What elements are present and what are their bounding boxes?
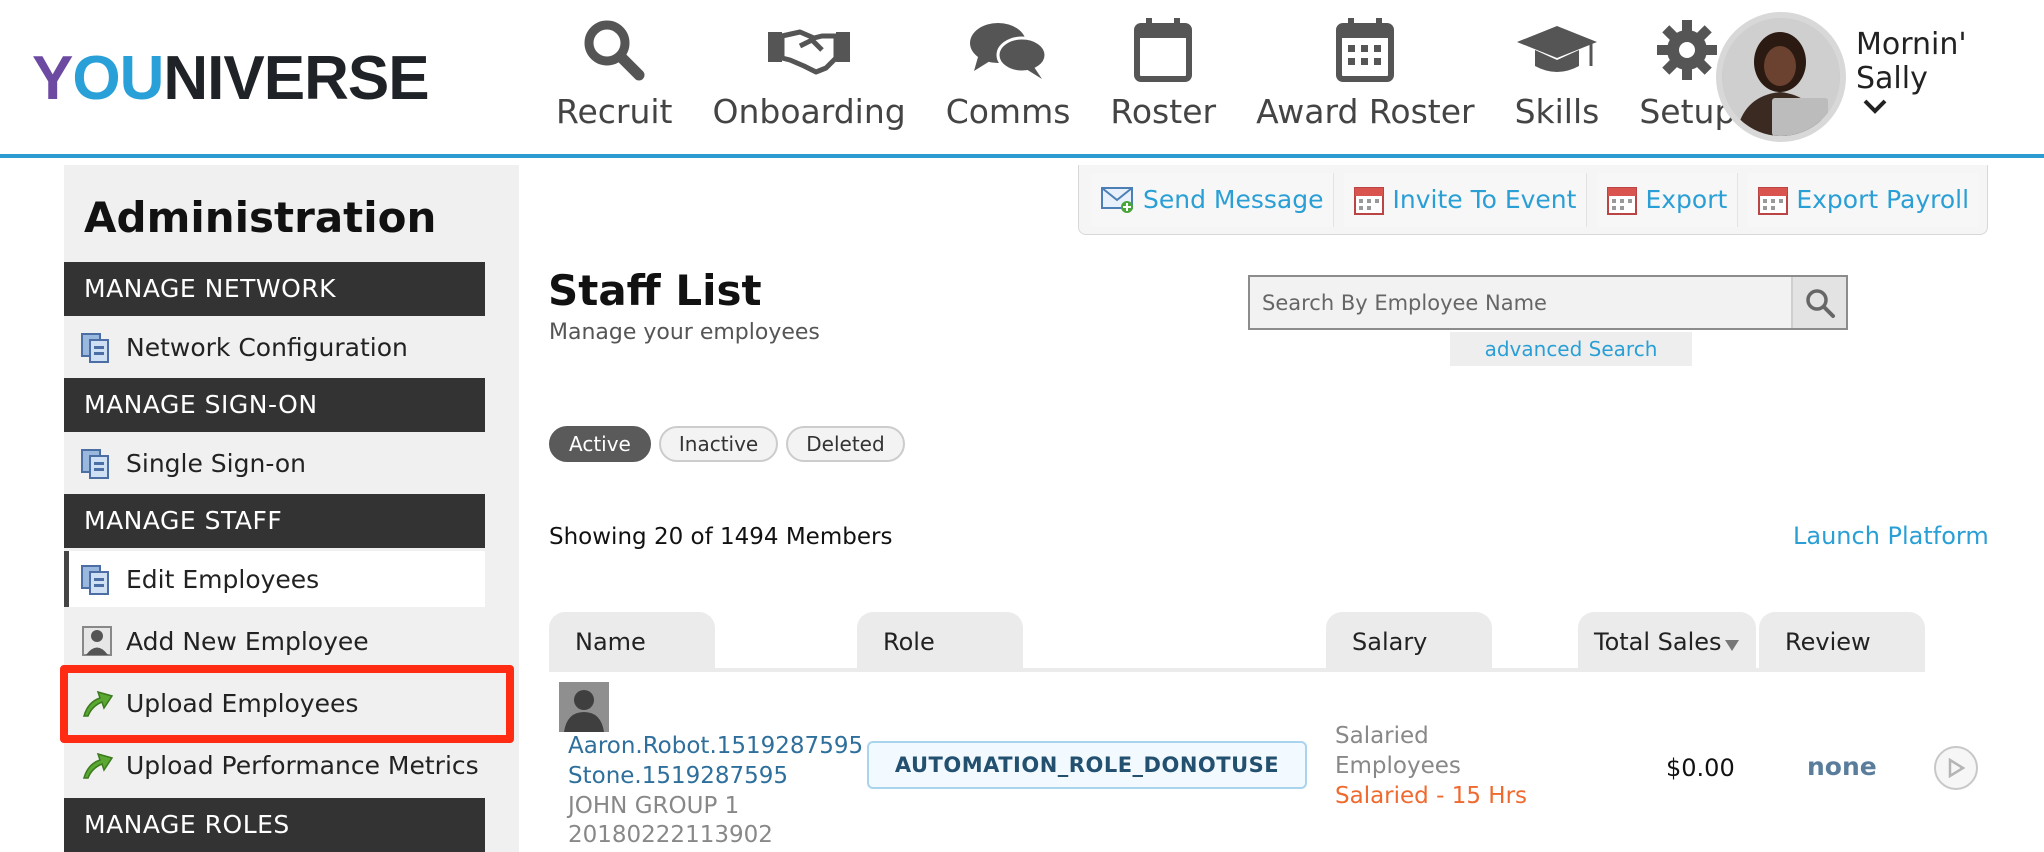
- employee-search: [1248, 275, 1848, 330]
- add-user-icon: [82, 626, 112, 656]
- user-menu[interactable]: Mornin' Sally: [1716, 12, 2036, 142]
- main-nav: Recruit Onboarding Comms Roster Award Ro…: [556, 14, 1775, 134]
- export-button[interactable]: Export: [1597, 172, 1739, 227]
- column-header-name[interactable]: Name: [549, 612, 715, 670]
- nav-onboarding[interactable]: Onboarding: [712, 14, 906, 134]
- filter-active[interactable]: Active: [549, 426, 651, 462]
- envelope-icon: [1101, 186, 1133, 213]
- documents-icon: [81, 565, 109, 595]
- page-subtitle: Manage your employees: [549, 320, 820, 345]
- handshake-icon: [766, 14, 852, 86]
- role-badge: AUTOMATION_ROLE_DONOTUSE: [867, 741, 1307, 789]
- nav-label: Comms: [945, 92, 1071, 131]
- salary-category-2: Employees: [1335, 753, 1461, 779]
- nav-label: Skills: [1514, 92, 1600, 131]
- sidebar-item-upload-performance-metrics[interactable]: Upload Performance Metrics: [64, 737, 485, 793]
- upload-arrow-icon: [83, 690, 114, 717]
- sidebar-item-label: Network Configuration: [126, 332, 408, 362]
- top-header: YOUNIVERSE Recruit Onboarding Comms Rost…: [0, 0, 2044, 158]
- status-filter-tabs: Active Inactive Deleted: [549, 426, 913, 462]
- nav-award-roster[interactable]: Award Roster: [1256, 14, 1475, 134]
- employee-surname-link[interactable]: Stone.1519287595: [568, 763, 788, 789]
- sidebar-item-upload-employees[interactable]: Upload Employees: [64, 675, 485, 731]
- sidebar-item-single-sign-on[interactable]: Single Sign-on: [64, 435, 485, 491]
- sidebar-item-label: Upload Employees: [126, 688, 359, 718]
- section-manage-sign-on: MANAGE SIGN-ON: [64, 378, 485, 432]
- search-icon: [1805, 288, 1835, 318]
- admin-sidebar: Administration MANAGE NETWORK Network Co…: [64, 165, 519, 852]
- nav-skills[interactable]: Skills: [1514, 14, 1600, 134]
- sidebar-item-edit-employees[interactable]: Edit Employees: [64, 551, 485, 607]
- sidebar-item-label: Single Sign-on: [126, 448, 306, 478]
- logo-swirl-o: O: [72, 44, 120, 113]
- member-count: Showing 20 of 1494 Members: [549, 524, 893, 550]
- filter-deleted[interactable]: Deleted: [786, 426, 905, 462]
- calendar-icon: [1354, 186, 1385, 215]
- salary-type: Salaried - 15 Hrs: [1335, 783, 1528, 809]
- review-link[interactable]: none: [1807, 752, 1877, 781]
- nav-label: Onboarding: [712, 92, 906, 131]
- column-header-salary[interactable]: Salary: [1326, 612, 1492, 670]
- calendar-grid-icon: [1336, 14, 1395, 86]
- search-button[interactable]: [1791, 277, 1846, 328]
- section-manage-network: MANAGE NETWORK: [64, 262, 485, 316]
- sidebar-item-label: Add New Employee: [126, 626, 369, 656]
- graduation-cap-icon: [1515, 14, 1599, 86]
- employee-group: JOHN GROUP 1: [568, 793, 740, 819]
- employee-name-link[interactable]: Aaron.Robot.1519287595: [568, 733, 871, 759]
- export-payroll-button[interactable]: Export Payroll: [1748, 172, 1980, 227]
- employee-avatar: [559, 682, 609, 732]
- nav-comms[interactable]: Comms: [945, 14, 1071, 134]
- nav-roster[interactable]: Roster: [1110, 14, 1216, 134]
- nav-recruit[interactable]: Recruit: [556, 14, 672, 134]
- chat-bubbles-icon: [968, 14, 1048, 86]
- invite-to-event-button[interactable]: Invite To Event: [1344, 172, 1588, 227]
- sidebar-title: Administration: [84, 193, 437, 242]
- documents-icon: [81, 449, 109, 479]
- search-input[interactable]: [1250, 277, 1790, 328]
- avatar[interactable]: [1716, 12, 1846, 142]
- sidebar-item-network-configuration[interactable]: Network Configuration: [64, 319, 485, 375]
- nav-label: Roster: [1110, 92, 1217, 131]
- documents-icon: [81, 333, 109, 363]
- play-icon[interactable]: [1934, 746, 1978, 790]
- total-sales-value: $0.00: [1666, 754, 1735, 782]
- section-manage-staff: MANAGE STAFF: [64, 494, 485, 548]
- launch-platform-link[interactable]: Launch Platform: [1793, 522, 1989, 550]
- employee-id: 20180222113902: [568, 822, 773, 848]
- send-message-button[interactable]: Send Message: [1091, 172, 1335, 227]
- section-manage-roles: MANAGE ROLES: [64, 798, 485, 852]
- calendar-icon: [1607, 186, 1638, 215]
- logo-wordmark: YOUNIVERSE: [32, 44, 430, 113]
- user-greeting: Mornin' Sally: [1856, 27, 1967, 96]
- sidebar-item-label: Edit Employees: [126, 564, 320, 594]
- action-bar: Send Message Invite To Event Export Expo…: [1078, 165, 1988, 235]
- nav-label: Recruit: [556, 92, 673, 131]
- salary-category: Salaried: [1335, 723, 1429, 749]
- column-header-review[interactable]: Review: [1759, 612, 1925, 670]
- sidebar-item-label: Upload Performance Metrics: [126, 750, 479, 780]
- gear-icon: [1655, 14, 1719, 86]
- calendar-icon: [1134, 14, 1193, 86]
- search-icon: [579, 14, 649, 86]
- upload-arrow-icon: [83, 752, 114, 779]
- chevron-down-icon[interactable]: [1862, 98, 1888, 120]
- sort-desc-icon: [1724, 640, 1739, 651]
- column-header-role[interactable]: Role: [857, 612, 1023, 670]
- page-title: Staff List: [548, 266, 762, 315]
- sidebar-item-add-new-employee[interactable]: Add New Employee: [64, 613, 485, 669]
- column-header-total-sales[interactable]: Total Sales: [1578, 612, 1756, 670]
- youniverse-logo[interactable]: YOUNIVERSE: [32, 44, 430, 114]
- nav-label: Award Roster: [1256, 92, 1475, 131]
- advanced-search-link[interactable]: advanced Search: [1450, 332, 1692, 366]
- calendar-icon: [1758, 186, 1789, 215]
- filter-inactive[interactable]: Inactive: [658, 426, 779, 462]
